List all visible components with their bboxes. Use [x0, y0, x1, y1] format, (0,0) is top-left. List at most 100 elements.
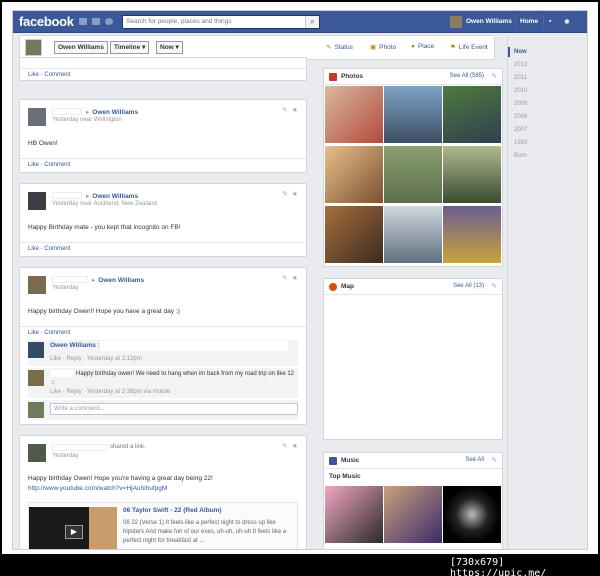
photo-action[interactable]: ▣ Photo: [370, 43, 396, 51]
year-link-2008[interactable]: 2008: [514, 114, 527, 120]
status-action[interactable]: ✎ Status: [326, 43, 353, 51]
privacy-shortcuts-icon[interactable]: ▪: [549, 18, 551, 25]
commenter-avatar[interactable]: [28, 342, 44, 358]
star-icon[interactable]: ★: [292, 107, 298, 114]
story-timestamp[interactable]: Yesterday near Wellington: [52, 117, 122, 123]
photo-thumbnail[interactable]: [384, 146, 442, 203]
year-link-2012[interactable]: 2012: [514, 62, 527, 68]
comment-meta[interactable]: Like · Reply · Yesterday at 2:12pm: [50, 356, 142, 362]
commenter-avatar[interactable]: [28, 370, 44, 386]
story-timestamp[interactable]: Yesterday: [52, 453, 78, 459]
map-title[interactable]: Map: [341, 283, 354, 290]
play-icon[interactable]: ▶: [65, 525, 83, 539]
life-event-action[interactable]: ⚑ Life Event: [450, 43, 488, 51]
album-cover[interactable]: [384, 486, 442, 543]
photo-thumbnail[interactable]: [443, 206, 501, 263]
photo-thumbnail[interactable]: [443, 86, 501, 143]
user-profile-link[interactable]: Owen Williams: [466, 18, 512, 25]
search-icon[interactable]: ⌕: [305, 16, 319, 28]
year-link-2009[interactable]: 2009: [514, 101, 527, 107]
year-link-1993[interactable]: 1993: [514, 140, 527, 146]
year-link-2007[interactable]: 2007: [514, 127, 527, 133]
year-link-born[interactable]: Born: [514, 153, 527, 159]
photo-thumbnail[interactable]: [325, 206, 383, 263]
year-link-2011[interactable]: 2011: [514, 75, 527, 81]
music-title[interactable]: Music: [341, 457, 359, 464]
poster-avatar[interactable]: [28, 192, 46, 210]
story-controls[interactable]: ✎ ★: [282, 442, 298, 450]
like-link[interactable]: Like: [28, 330, 39, 336]
comment-link[interactable]: Comment: [44, 246, 70, 252]
star-icon[interactable]: ★: [292, 275, 298, 282]
edit-icon[interactable]: ✎: [282, 107, 288, 114]
now-dropdown[interactable]: Now ▾: [156, 41, 183, 54]
edit-icon[interactable]: ✎: [282, 443, 288, 450]
thumbnail-image: [89, 507, 117, 549]
gear-icon[interactable]: ✱: [564, 18, 570, 26]
photo-thumbnail[interactable]: [325, 86, 383, 143]
story-controls[interactable]: ✎ ★: [282, 274, 298, 282]
edit-icon[interactable]: ✎: [282, 191, 288, 198]
target-name[interactable]: ▸ Owen Williams: [86, 108, 138, 116]
comment-item: Owen Williams: Like · Reply · Yesterday …: [28, 340, 298, 366]
search-input[interactable]: Search for people, places and things ⌕: [122, 15, 320, 29]
comment-link[interactable]: Comment: [44, 162, 70, 168]
timeline-dropdown[interactable]: Timeline ▾: [110, 41, 150, 54]
profile-name-button[interactable]: Owen Williams: [54, 41, 108, 54]
target-name[interactable]: ▸ Owen Williams: [86, 192, 138, 200]
edit-icon[interactable]: ✎: [491, 456, 497, 464]
target-name[interactable]: ▸ Owen Williams: [92, 276, 144, 284]
friend-requests-icon[interactable]: [79, 18, 87, 25]
place-label: Place: [417, 43, 435, 50]
shared-url[interactable]: http://www.youtube.com/watch?v=HjAuhihuf…: [28, 485, 167, 492]
photo-thumbnail[interactable]: [325, 146, 383, 203]
story-controls[interactable]: ✎ ★: [282, 190, 298, 198]
profile-avatar[interactable]: [25, 39, 42, 56]
comment-meta[interactable]: Like · Reply · Yesterday at 2:38pm via m…: [50, 389, 170, 395]
home-link[interactable]: Home: [520, 18, 538, 25]
star-icon[interactable]: ★: [292, 443, 298, 450]
notifications-icon[interactable]: [105, 18, 113, 25]
write-comment-input[interactable]: Write a comment...: [50, 403, 298, 415]
video-description: 06 22 (Verse 1) It feels like a perfect …: [123, 520, 287, 544]
comment-link[interactable]: Comment: [44, 330, 70, 336]
video-thumbnail[interactable]: ▶: [29, 507, 117, 549]
map-canvas[interactable]: [325, 296, 501, 439]
photos-see-all[interactable]: See All (585): [450, 73, 484, 79]
like-link[interactable]: Like: [28, 246, 39, 252]
poster-avatar[interactable]: [28, 444, 46, 462]
photos-title[interactable]: Photos: [341, 73, 363, 80]
album-cover[interactable]: [443, 486, 501, 543]
photo-thumbnail[interactable]: [384, 86, 442, 143]
album-cover[interactable]: [325, 486, 383, 543]
like-link[interactable]: Like: [28, 162, 39, 168]
poster-avatar[interactable]: [28, 276, 46, 294]
poster-avatar[interactable]: [28, 108, 46, 126]
edit-icon[interactable]: ✎: [491, 72, 497, 80]
year-link-2010[interactable]: 2010: [514, 88, 527, 94]
comment-item: Happy birthday owen! We need to hang whe…: [28, 368, 298, 398]
music-see-all[interactable]: See All: [465, 457, 484, 463]
year-link-now[interactable]: Now: [514, 49, 527, 55]
story-controls[interactable]: ✎ ★: [282, 106, 298, 114]
photo-thumbnail[interactable]: [443, 146, 501, 203]
screenshot-frame: facebook Search for people, places and t…: [2, 2, 598, 554]
place-action[interactable]: ● Place: [411, 43, 434, 50]
story-timestamp[interactable]: Yesterday: [52, 285, 78, 291]
user-avatar[interactable]: [450, 16, 462, 28]
messages-icon[interactable]: [92, 18, 100, 25]
story-timestamp[interactable]: Yesterday near Auckland, New Zealand: [52, 201, 157, 207]
edit-icon[interactable]: ✎: [491, 282, 497, 290]
video-title[interactable]: 06 Taylor Swift - 22 (Red Album): [123, 507, 222, 514]
commenter-name[interactable]: Owen Williams:: [50, 342, 100, 349]
redacted-name: [52, 444, 108, 451]
star-icon[interactable]: ★: [292, 191, 298, 198]
photo-thumbnail[interactable]: [384, 206, 442, 263]
like-link[interactable]: Like: [28, 72, 39, 78]
facebook-logo[interactable]: facebook: [19, 14, 74, 29]
life-event-label: Life Event: [458, 44, 488, 51]
edit-icon[interactable]: ✎: [282, 275, 288, 282]
link-preview[interactable]: ▶ 06 Taylor Swift - 22 (Red Album) 06 22…: [28, 502, 298, 549]
comment-link[interactable]: Comment: [44, 72, 70, 78]
map-see-all[interactable]: See All (13): [453, 283, 484, 289]
